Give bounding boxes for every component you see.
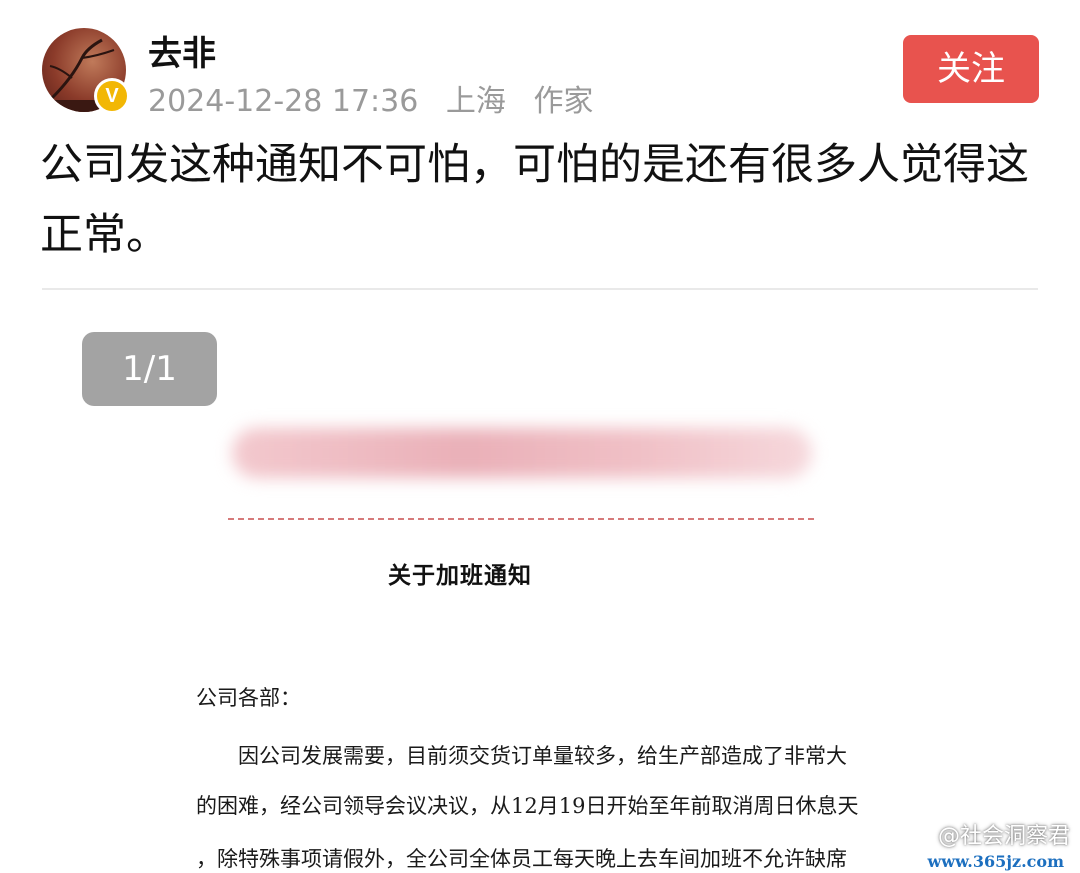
username[interactable]: 去非 <box>148 26 216 75</box>
verified-badge-icon: V <box>94 78 130 114</box>
document-body-line: ，除特殊事项请假外，全公司全体员工每天晚上去车间加班不允许缺席 <box>196 847 847 871</box>
post-meta: 2024-12-28 17:36 上海 作家 <box>148 76 611 120</box>
location: 上海 <box>445 84 506 119</box>
image-page-counter: 1/1 <box>82 332 217 406</box>
document-body-line: 因公司发展需要，目前须交货订单量较多，给生产部造成了非常大 <box>238 744 847 768</box>
timestamp: 2024-12-28 17:36 <box>148 84 419 119</box>
document-salutation: 公司各部： <box>196 686 301 710</box>
watermark-url: www.365jz.com <box>921 852 1070 871</box>
watermark: @社会洞察君 www.365jz.com <box>870 818 1070 871</box>
follow-button[interactable]: 关注 <box>903 35 1039 103</box>
divider <box>42 288 1038 290</box>
avatar[interactable]: V <box>42 28 130 114</box>
watermark-name: @社会洞察君 <box>937 824 1070 849</box>
user-role: 作家 <box>533 84 594 119</box>
document-title: 关于加班通知 <box>388 562 532 589</box>
dashed-divider <box>228 518 814 520</box>
blurred-company-header <box>232 428 812 478</box>
post-text: 公司发这种通知不可怕，可怕的是还有很多人觉得这正常。 <box>40 140 1029 260</box>
document-body-line: 的困难，经公司领导会议决议，从12月19日开始至年前取消周日休息天 <box>196 794 859 818</box>
